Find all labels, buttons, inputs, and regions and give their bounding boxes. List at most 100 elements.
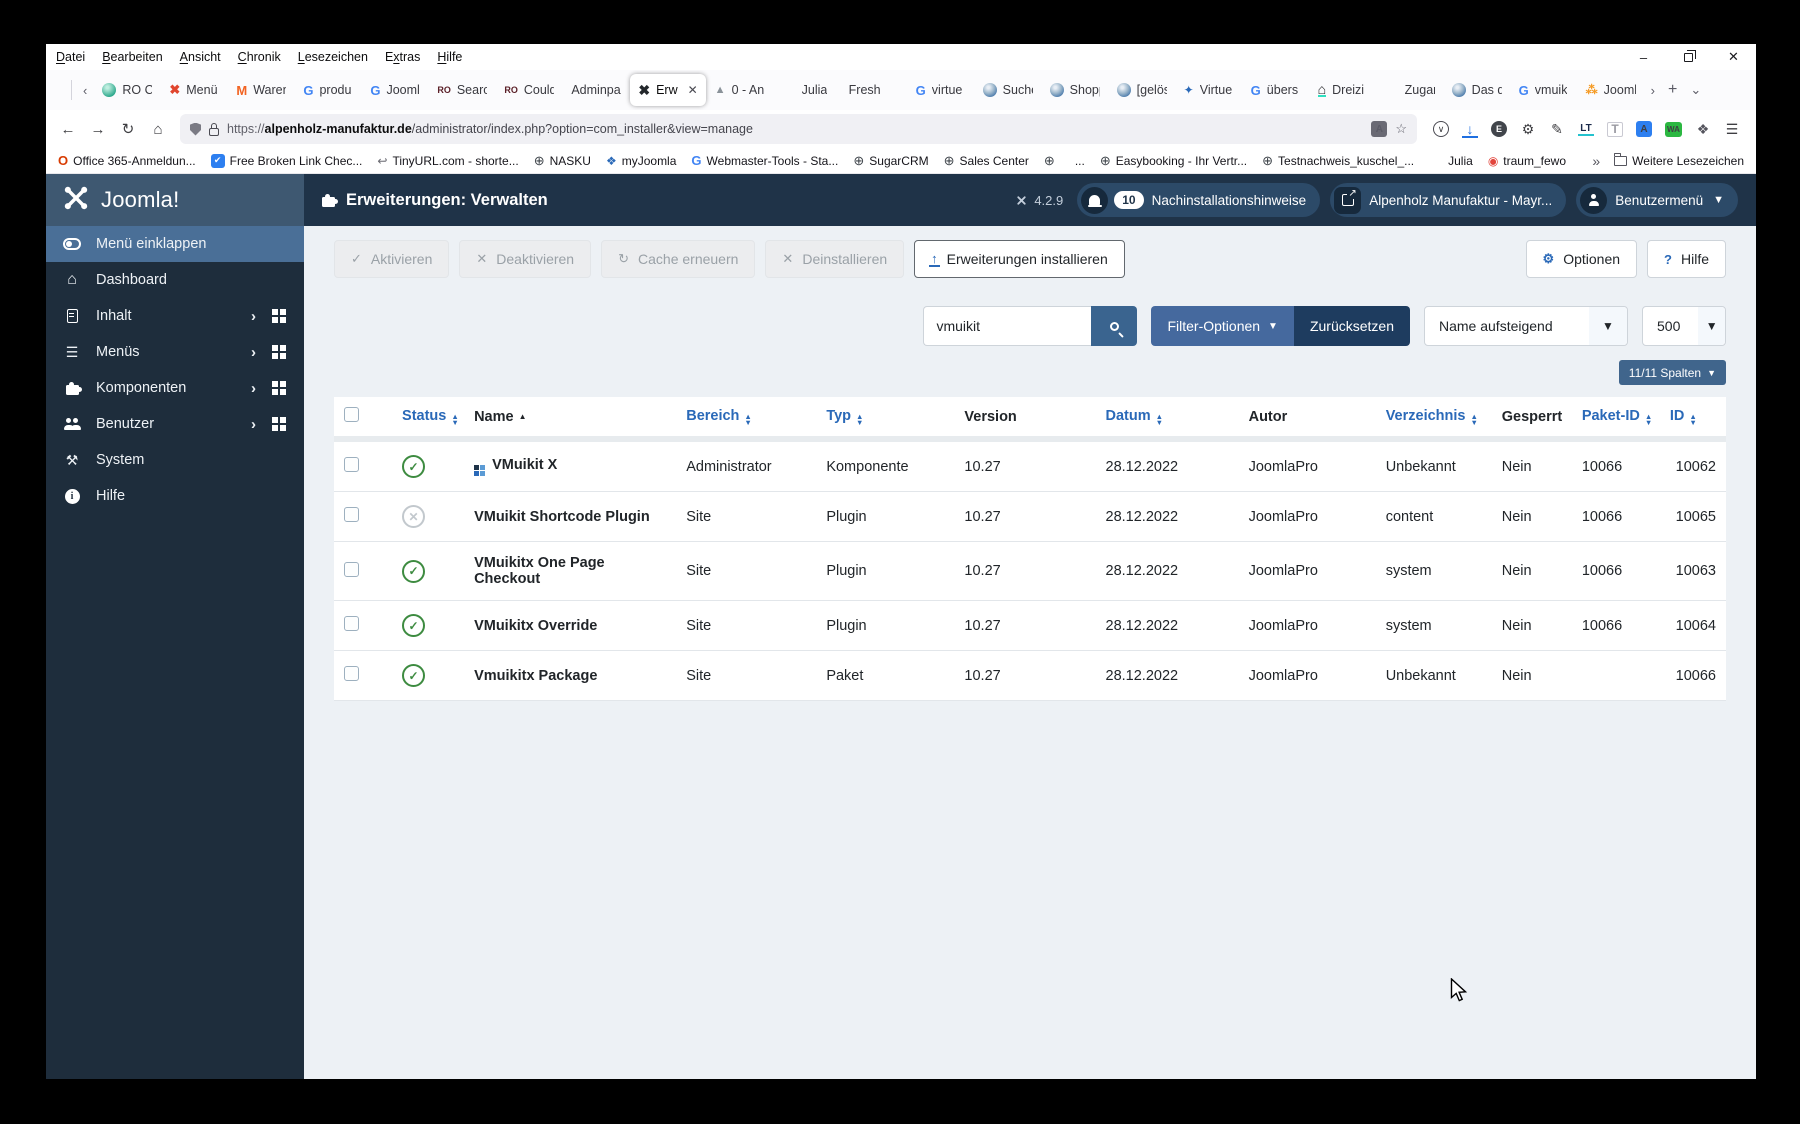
chevron-right-icon[interactable]: › xyxy=(251,381,256,396)
row-checkbox[interactable] xyxy=(344,666,359,681)
downloads-icon[interactable]: ↓ xyxy=(1462,121,1478,138)
translate-icon[interactable]: A xyxy=(1636,121,1652,137)
bookmarks-overflow-chevron[interactable]: » xyxy=(1592,153,1600,169)
reload-button[interactable]: ↻ xyxy=(114,115,142,143)
menu-bearbeiten[interactable]: Bearbeiten xyxy=(102,50,162,64)
bookmark-easybooking-ihr-vertr[interactable]: ⊕ Easybooking - Ihr Vertr... xyxy=(1100,153,1247,169)
bookmark-sugarcrm[interactable]: ⊕ SugarCRM xyxy=(853,153,928,169)
column-header-id[interactable]: ID ▲ ▼ xyxy=(1659,397,1726,442)
row-checkbox[interactable] xyxy=(344,507,359,522)
restore-button[interactable] xyxy=(1666,44,1711,70)
row-checkbox[interactable] xyxy=(344,561,359,577)
column-header-typ[interactable]: Typ ▲ ▼ xyxy=(816,397,955,442)
list-tabs-button[interactable]: ⌄ xyxy=(1684,82,1707,98)
optionen-button[interactable]: ⚙ Optionen xyxy=(1525,240,1638,278)
chevron-right-icon[interactable]: › xyxy=(251,345,256,360)
scroll-tabs-right-button[interactable]: › xyxy=(1645,83,1661,98)
tab-jooml[interactable]: G Jooml xyxy=(362,74,428,106)
reset-button[interactable]: Zurücksetzen xyxy=(1293,306,1410,346)
erweiterungen-installieren-button[interactable]: ↑ Erweiterungen installieren xyxy=(914,240,1125,278)
tab-erw[interactable]: ✖ Erw ✕ xyxy=(630,74,706,106)
scroll-tabs-left-button[interactable]: ‹ xyxy=(77,83,93,98)
tab-produ[interactable]: Gprodu xyxy=(295,74,361,106)
bookmark-testnachweis-kuschel[interactable]: ⊕ Testnachweis_kuschel_... xyxy=(1262,153,1414,169)
bookmark-free-broken-link-chec[interactable]: ✔ Free Broken Link Chec... xyxy=(210,153,362,168)
limit-select[interactable]: 500 ▼ xyxy=(1642,306,1726,346)
columns-button[interactable]: 11/11 Spalten ▼ xyxy=(1618,360,1726,385)
sidebar-item-menü-einklappen[interactable]: Menü einklappen xyxy=(46,226,304,262)
minimize-button[interactable]: – xyxy=(1621,44,1666,70)
text-tool-icon[interactable]: T xyxy=(1607,121,1623,137)
close-tab-icon[interactable]: ✕ xyxy=(688,83,698,97)
tab-ro-cs[interactable]: RO CS xyxy=(94,74,160,106)
search-button[interactable] xyxy=(1091,306,1138,346)
other-bookmarks-folder[interactable]: Weitere Lesezeichen xyxy=(1614,153,1744,168)
languagetool-icon[interactable]: LT xyxy=(1578,123,1594,136)
grid-icon[interactable] xyxy=(272,309,278,315)
sidebar-item-hilfe[interactable]: i Hilfe xyxy=(46,478,304,514)
notifications-button[interactable]: 10 Nachinstallationshinweise xyxy=(1077,183,1321,217)
user-menu-button[interactable]: Benutzermenü ▼ xyxy=(1576,183,1738,217)
shield-icon[interactable] xyxy=(190,122,201,136)
aktivieren-button[interactable]: ✓ Aktivieren xyxy=(334,240,450,278)
grid-icon[interactable] xyxy=(272,381,278,387)
tab-virtue[interactable]: Gvirtue xyxy=(908,74,974,106)
tab-das-d[interactable]: Das d xyxy=(1444,74,1510,106)
url-bar[interactable]: https://alpenholz-manufaktur.de/administ… xyxy=(180,114,1417,144)
joomla-brand[interactable]: Joomla! xyxy=(46,174,304,226)
status-enabled-icon[interactable]: ✓ xyxy=(402,559,426,583)
sidebar-item-menüs[interactable]: ☰ Menüs › xyxy=(46,334,304,370)
new-tab-button[interactable]: + xyxy=(1662,81,1683,99)
menu-chronik[interactable]: Chronik xyxy=(238,50,281,64)
lock-icon[interactable] xyxy=(209,122,219,136)
tab-vmuik[interactable]: Gvmuik xyxy=(1511,74,1577,106)
status-enabled-icon[interactable]: ✓ xyxy=(402,614,426,637)
home-button[interactable]: ⌂ xyxy=(144,115,172,143)
pocket-icon[interactable]: ∨ xyxy=(1433,121,1449,137)
bookmark-office-365-anmeldun[interactable]: O Office 365-Anmeldun... xyxy=(58,153,196,168)
tab-suche[interactable]: Suche xyxy=(975,74,1041,106)
chevron-right-icon[interactable]: › xyxy=(251,417,256,432)
column-header-paket-id[interactable]: Paket-ID ▲ ▼ xyxy=(1571,397,1660,442)
chevron-right-icon[interactable]: › xyxy=(251,309,256,324)
bookmark-item[interactable]: ... xyxy=(1075,154,1085,168)
column-header-datum[interactable]: Datum ▲ ▼ xyxy=(1095,397,1239,442)
status-enabled-icon[interactable]: ✓ xyxy=(402,664,426,687)
row-checkbox[interactable] xyxy=(344,616,359,631)
menu-datei[interactable]: Datei xyxy=(56,50,85,64)
app-menu-icon[interactable]: ☰ xyxy=(1724,121,1740,138)
menu-extras[interactable]: Extras xyxy=(385,50,420,64)
tab-0-an[interactable]: ▲ 0 - An xyxy=(707,74,773,106)
menu-lesezeichen[interactable]: Lesezeichen xyxy=(298,50,368,64)
bookmark-star-icon[interactable]: ☆ xyxy=(1395,121,1407,137)
preview-site-button[interactable]: Alpenholz Manufaktur - Mayr... xyxy=(1330,183,1567,217)
tab-julia[interactable]: Julia xyxy=(774,74,840,106)
column-header-name[interactable]: Name ▲ xyxy=(464,397,677,442)
tab-waren[interactable]: M Waren xyxy=(228,74,294,106)
column-header-status[interactable]: Status ▲ ▼ xyxy=(392,397,465,442)
grid-icon[interactable] xyxy=(272,417,278,423)
forward-button[interactable]: → xyxy=(84,115,112,143)
search-input[interactable] xyxy=(923,306,1092,346)
sidebar-item-dashboard[interactable]: ⌂ Dashboard xyxy=(46,262,304,298)
status-enabled-icon[interactable]: ✓ xyxy=(402,455,426,478)
hilfe-button[interactable]: ? Hilfe xyxy=(1647,240,1726,278)
tab-adminpan[interactable]: Adminpan xyxy=(563,74,629,106)
bookmark-item[interactable]: ⊕ xyxy=(1044,153,1060,169)
status-protected-icon[interactable]: ✕ xyxy=(402,505,426,528)
column-header-verzeichnis[interactable]: Verzeichnis ▲ ▼ xyxy=(1375,397,1492,442)
bookmark-nasku[interactable]: ⊕ NASKU xyxy=(534,153,591,169)
sidebar-item-komponenten[interactable]: Komponenten › xyxy=(46,370,304,406)
bookmark-traum-fewo[interactable]: ◉ traum_fewo xyxy=(1488,154,1566,168)
tab-jooml[interactable]: ⁂ Jooml xyxy=(1578,74,1644,106)
tab-gelös[interactable]: [gelös xyxy=(1109,74,1175,106)
deinstallieren-button[interactable]: ✕ Deinstallieren xyxy=(765,240,905,278)
tab-übers[interactable]: Gübers xyxy=(1243,74,1309,106)
tab-dreizi[interactable]: ⌂ Dreizi xyxy=(1310,74,1376,106)
row-checkbox[interactable] xyxy=(344,457,359,472)
tab-could[interactable]: RO Could xyxy=(496,74,562,106)
grid-icon[interactable] xyxy=(272,345,278,351)
tab-shopp[interactable]: Shopp xyxy=(1042,74,1108,106)
bookmark-julia[interactable]: Julia xyxy=(1429,154,1473,168)
tab-search[interactable]: ROSearch xyxy=(429,74,495,106)
